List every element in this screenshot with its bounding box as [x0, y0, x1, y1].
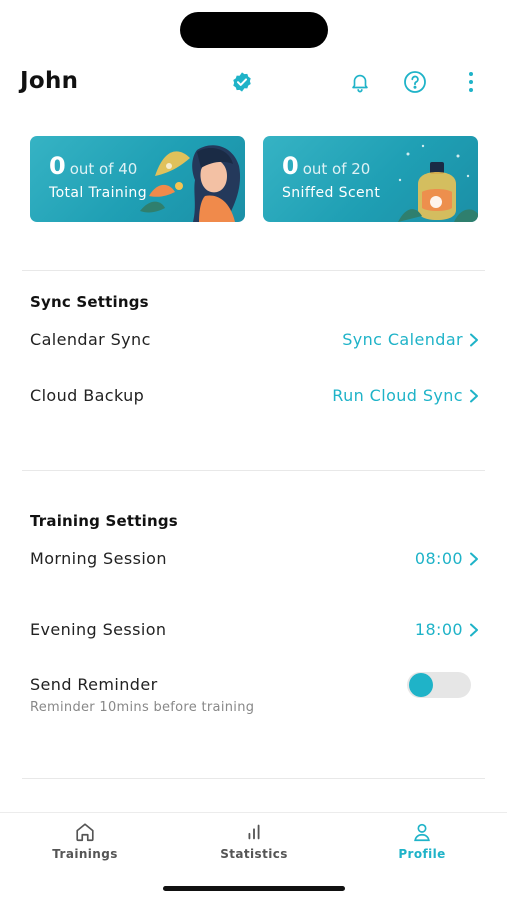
evening-time-text: 18:00 [414, 620, 463, 639]
divider [22, 270, 485, 271]
run-cloud-sync-link[interactable]: Run Cloud Sync [332, 386, 479, 405]
send-reminder-label: Send Reminder [30, 675, 158, 694]
chevron-right-icon [470, 333, 478, 346]
training-label: Total Training [49, 185, 147, 201]
bottom-tab-bar: Trainings Statistics Profile [0, 812, 507, 872]
training-count: 0 [49, 152, 66, 180]
tab-profile[interactable]: Profile [362, 821, 482, 861]
scent-count-line: 0 out of 20 [282, 152, 370, 180]
toggle-knob [409, 673, 433, 697]
stats-cards: 0 out of 40 Total Training 0 out of 20 Sni… [30, 136, 478, 224]
evening-session-label: Evening Session [30, 620, 167, 639]
more-vertical-icon[interactable] [458, 69, 484, 95]
chevron-right-icon [470, 389, 478, 402]
scent-total: out of 20 [302, 160, 371, 178]
send-reminder-toggle[interactable] [407, 672, 471, 698]
bar-chart-icon [248, 824, 260, 840]
home-icon [76, 823, 94, 842]
sync-calendar-link[interactable]: Sync Calendar [342, 330, 479, 349]
chevron-right-icon [470, 552, 478, 565]
divider [22, 470, 485, 471]
tab-trainings[interactable]: Trainings [25, 821, 145, 861]
calendar-sync-label: Calendar Sync [30, 330, 151, 349]
verified-badge-icon [233, 72, 251, 92]
evening-session-time[interactable]: 18:00 [415, 620, 479, 639]
user-name: John [20, 68, 79, 94]
sync-calendar-text: Sync Calendar [342, 330, 463, 349]
tab-statistics[interactable]: Statistics [194, 821, 314, 861]
training-settings-title: Training Settings [30, 512, 178, 530]
bell-icon[interactable] [347, 69, 373, 95]
training-count-line: 0 out of 40 [49, 152, 137, 180]
scent-count: 0 [282, 152, 299, 180]
profile-header: John [0, 62, 507, 104]
sync-settings-title: Sync Settings [30, 293, 149, 311]
total-training-card[interactable]: 0 out of 40 Total Training [30, 136, 245, 222]
scent-label: Sniffed Scent [282, 185, 381, 201]
device-notch [180, 12, 328, 48]
question-circle-icon[interactable] [402, 69, 428, 95]
chevron-right-icon [470, 623, 478, 636]
tab-profile-label: Profile [398, 847, 446, 861]
morning-session-time[interactable]: 08:00 [415, 549, 479, 568]
run-cloud-sync-text: Run Cloud Sync [332, 386, 463, 405]
sniffed-scent-card[interactable]: 0 out of 20 Sniffed Scent [263, 136, 478, 222]
perfume-bottle-illustration [398, 144, 478, 222]
user-icon [414, 823, 430, 842]
woman-with-flowers-illustration [140, 145, 241, 222]
training-total: out of 40 [69, 160, 138, 178]
tab-trainings-label: Trainings [52, 847, 118, 861]
tab-statistics-label: Statistics [220, 847, 288, 861]
morning-session-label: Morning Session [30, 549, 167, 568]
cloud-backup-label: Cloud Backup [30, 386, 145, 405]
reminder-subtext: Reminder 10mins before training [30, 700, 255, 715]
home-indicator [163, 886, 345, 891]
morning-time-text: 08:00 [414, 549, 463, 568]
divider [22, 778, 485, 779]
